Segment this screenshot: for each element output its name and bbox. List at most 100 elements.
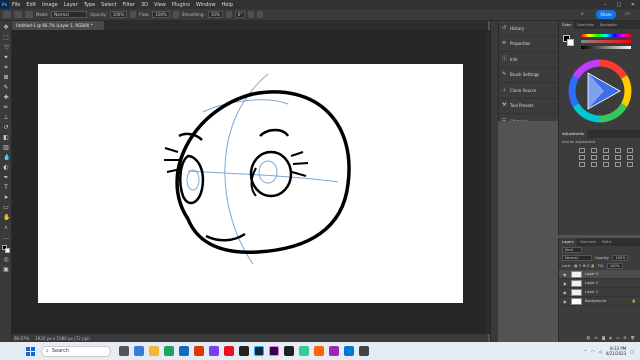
opacity-field[interactable]: 100% bbox=[109, 11, 128, 18]
document-tab[interactable]: Untitled-1 @ 66.7% (Layer 1, RGB/8) * bbox=[12, 21, 104, 30]
marquee-tool-icon[interactable]: ⬚ bbox=[3, 35, 9, 41]
symmetry-icon[interactable] bbox=[257, 11, 264, 18]
trash-icon[interactable]: 🗑 bbox=[631, 336, 635, 340]
app-icon[interactable] bbox=[194, 346, 204, 356]
photo-filter-icon[interactable] bbox=[615, 155, 621, 160]
minimize-icon[interactable]: – bbox=[598, 2, 612, 8]
brush-size-icon[interactable] bbox=[25, 11, 33, 18]
lasso-tool-icon[interactable]: ➰ bbox=[3, 45, 10, 51]
volume-icon[interactable]: ◁ bbox=[599, 349, 602, 354]
photoshop-taskbar-icon[interactable] bbox=[254, 346, 264, 356]
wifi-icon[interactable]: ◠ bbox=[591, 349, 595, 354]
canvas-area[interactable] bbox=[12, 30, 488, 334]
threshold-icon[interactable] bbox=[615, 162, 621, 167]
close-icon[interactable]: ✕ bbox=[626, 2, 640, 8]
search-icon[interactable]: ⌕ bbox=[581, 11, 588, 18]
tab-adjustments[interactable]: Adjustments bbox=[559, 130, 587, 138]
layer-fill-field[interactable]: 100% bbox=[606, 263, 623, 269]
tab-navigator[interactable]: Navigator bbox=[597, 21, 620, 29]
taskbar-clock[interactable]: 8:33 PM 4/21/2023 bbox=[606, 346, 627, 356]
maximize-icon[interactable]: □ bbox=[612, 2, 626, 8]
adjustment-layer-icon[interactable]: ◐ bbox=[609, 336, 612, 340]
smoothing-field[interactable]: 10% bbox=[207, 11, 223, 18]
new-layer-icon[interactable]: ⊞ bbox=[624, 336, 627, 340]
hand-tool-icon[interactable]: ✋ bbox=[3, 215, 10, 221]
pressure-size-icon[interactable] bbox=[248, 11, 255, 18]
link-layers-icon[interactable]: ⛓ bbox=[586, 336, 590, 340]
notification-icon[interactable]: ▢ bbox=[630, 349, 634, 354]
tab-layers[interactable]: Layers bbox=[559, 238, 577, 246]
share-button[interactable]: Share bbox=[596, 10, 616, 19]
color-lookup-icon[interactable] bbox=[579, 162, 585, 167]
app-icon[interactable] bbox=[209, 346, 219, 356]
task-view-icon[interactable] bbox=[119, 346, 129, 356]
zoom-level[interactable]: 66.67% bbox=[14, 336, 29, 341]
blur-tool-icon[interactable]: 💧 bbox=[3, 155, 10, 161]
lock-icon[interactable]: 🔒 bbox=[632, 299, 636, 303]
black-white-icon[interactable] bbox=[603, 155, 609, 160]
tab-color[interactable]: Color bbox=[559, 21, 575, 29]
file-explorer-icon[interactable] bbox=[149, 346, 159, 356]
magic-wand-tool-icon[interactable]: ✦ bbox=[3, 55, 9, 61]
tab-paths[interactable]: Paths bbox=[599, 238, 615, 246]
gradient-tool-icon[interactable]: ▥ bbox=[3, 145, 9, 151]
app-icon[interactable] bbox=[284, 346, 294, 356]
pressure-opacity-icon[interactable] bbox=[130, 11, 137, 18]
panel-properties[interactable]: ≡ Properties bbox=[499, 37, 558, 52]
angle-field[interactable]: 0° bbox=[234, 11, 246, 18]
brightness-contrast-icon[interactable] bbox=[579, 148, 585, 153]
background-color-chip[interactable] bbox=[567, 39, 574, 46]
menu-filter[interactable]: Filter bbox=[120, 2, 138, 8]
tab-swatches[interactable]: Swatches bbox=[574, 21, 597, 29]
app-icon[interactable] bbox=[359, 346, 369, 356]
group-icon[interactable]: ▭ bbox=[616, 336, 619, 340]
hue-saturation-icon[interactable] bbox=[579, 155, 585, 160]
layer-opacity-field[interactable]: 100% bbox=[612, 255, 629, 261]
exposure-icon[interactable] bbox=[615, 148, 621, 153]
tray-chevron-icon[interactable]: ⌃ bbox=[584, 349, 587, 354]
start-button[interactable] bbox=[26, 346, 35, 356]
mode-select[interactable]: Normal bbox=[51, 11, 88, 18]
airbrush-icon[interactable] bbox=[172, 11, 179, 18]
fx-icon[interactable]: fx bbox=[595, 336, 598, 340]
flow-field[interactable]: 100% bbox=[152, 11, 170, 18]
healing-tool-icon[interactable]: ✚ bbox=[3, 95, 9, 101]
invert-icon[interactable] bbox=[591, 162, 597, 167]
menu-file[interactable]: File bbox=[9, 2, 23, 8]
type-tool-icon[interactable]: T bbox=[3, 185, 9, 191]
panel-clone-source[interactable]: ⊥ Clone Source bbox=[499, 83, 558, 99]
panel-brush-settings[interactable]: ✎ Brush Settings bbox=[499, 68, 558, 83]
layer-row[interactable]: ◉ Layer 2 bbox=[559, 279, 640, 288]
menu-help[interactable]: Help bbox=[219, 2, 236, 8]
frame-tool-icon[interactable]: ⊠ bbox=[3, 75, 9, 81]
layer-row[interactable]: ◉ Layer 1 bbox=[559, 288, 640, 297]
layer-row[interactable]: ◉ Background 🔒 bbox=[559, 297, 640, 306]
channel-mixer-icon[interactable] bbox=[627, 155, 633, 160]
blend-mode-select[interactable]: Normal bbox=[562, 255, 592, 261]
visibility-eye-icon[interactable]: ◉ bbox=[563, 290, 568, 295]
zoom-tool-icon[interactable]: ⌕ bbox=[3, 225, 9, 231]
visibility-eye-icon[interactable]: ◉ bbox=[563, 281, 568, 286]
document-canvas[interactable] bbox=[38, 64, 463, 303]
posterize-icon[interactable] bbox=[603, 162, 609, 167]
move-tool-icon[interactable]: ✥ bbox=[3, 25, 9, 31]
menu-window[interactable]: Window bbox=[193, 2, 219, 8]
workspace-icon[interactable]: ▭ bbox=[625, 11, 632, 18]
color-wheel[interactable] bbox=[568, 59, 632, 123]
app-icon[interactable] bbox=[239, 346, 249, 356]
visibility-eye-icon[interactable]: ◉ bbox=[563, 299, 568, 304]
menu-view[interactable]: View bbox=[151, 2, 169, 8]
curves-icon[interactable] bbox=[603, 148, 609, 153]
app-icon[interactable] bbox=[299, 346, 309, 356]
gear-icon[interactable] bbox=[225, 11, 232, 18]
lock-icons[interactable]: ▦ ✎ ✥ ⊡ 🔒 bbox=[574, 264, 595, 268]
more-tools-icon[interactable]: … bbox=[3, 235, 9, 241]
eraser-tool-icon[interactable]: ◧ bbox=[3, 135, 9, 141]
taskbar-search[interactable]: ⌕ Search bbox=[41, 345, 111, 357]
edge-icon[interactable] bbox=[179, 346, 189, 356]
app-icon[interactable] bbox=[344, 346, 354, 356]
menu-edit[interactable]: Edit bbox=[23, 2, 39, 8]
history-brush-tool-icon[interactable]: ↺ bbox=[3, 125, 9, 131]
app-icon[interactable] bbox=[329, 346, 339, 356]
app-icon[interactable] bbox=[134, 346, 144, 356]
